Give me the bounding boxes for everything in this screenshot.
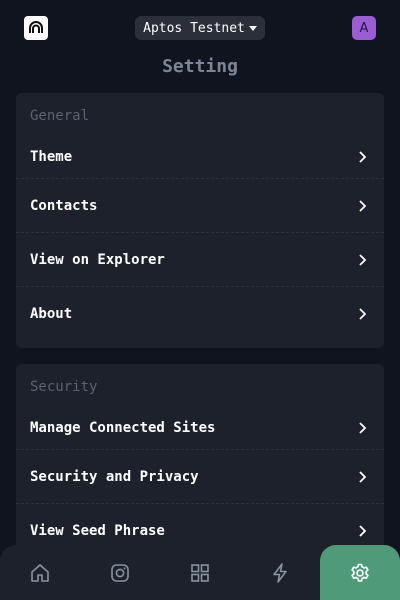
instagram-icon <box>111 563 129 582</box>
apps-grid-icon <box>191 563 209 582</box>
general-section: General Theme Contacts View on Explorer … <box>16 93 384 348</box>
settings-item-view-on-explorer[interactable]: View on Explorer <box>16 233 384 287</box>
nav-apps[interactable] <box>160 545 240 600</box>
network-label: Aptos Testnet <box>143 20 245 36</box>
bottom-nav <box>0 545 400 600</box>
chevron-right-icon <box>359 308 367 320</box>
page-title: Setting <box>162 56 238 77</box>
home-icon <box>31 563 49 582</box>
chevron-right-icon <box>359 525 367 537</box>
section-heading-general: General <box>30 108 90 124</box>
lightning-icon <box>273 562 287 583</box>
avatar[interactable]: A <box>352 16 376 40</box>
settings-item-label: About <box>30 306 73 322</box>
chevron-right-icon <box>359 150 367 163</box>
settings-item-label: View Seed Phrase <box>30 523 165 539</box>
settings-item-label: Manage Connected Sites <box>30 419 216 436</box>
chevron-down-icon <box>248 25 257 31</box>
settings-item-contacts[interactable]: Contacts <box>16 179 384 233</box>
chevron-right-icon <box>359 253 367 266</box>
chevron-right-icon <box>359 199 367 212</box>
settings-item-label: Security and Privacy <box>30 468 199 485</box>
nav-social[interactable] <box>80 545 160 600</box>
settings-item-security-and-privacy[interactable]: Security and Privacy <box>16 450 384 504</box>
settings-item-label: Theme <box>30 148 73 165</box>
settings-item-theme[interactable]: Theme <box>16 139 384 179</box>
aptos-logo-icon[interactable] <box>24 16 48 40</box>
settings-item-label: View on Explorer <box>30 251 165 268</box>
section-heading-security: Security <box>30 379 98 395</box>
header: Aptos Testnet A <box>0 0 400 56</box>
settings-item-manage-connected-sites[interactable]: Manage Connected Sites <box>16 410 384 450</box>
chevron-right-icon <box>359 470 367 483</box>
settings-item-label: Contacts <box>30 197 98 214</box>
settings-item-about[interactable]: About <box>16 287 384 341</box>
nav-home[interactable] <box>0 545 80 600</box>
network-selector[interactable]: Aptos Testnet <box>135 16 265 40</box>
settings-gear-icon <box>351 563 369 582</box>
nav-settings[interactable] <box>320 545 400 600</box>
nav-activity[interactable] <box>240 545 320 600</box>
chevron-right-icon <box>359 421 367 434</box>
